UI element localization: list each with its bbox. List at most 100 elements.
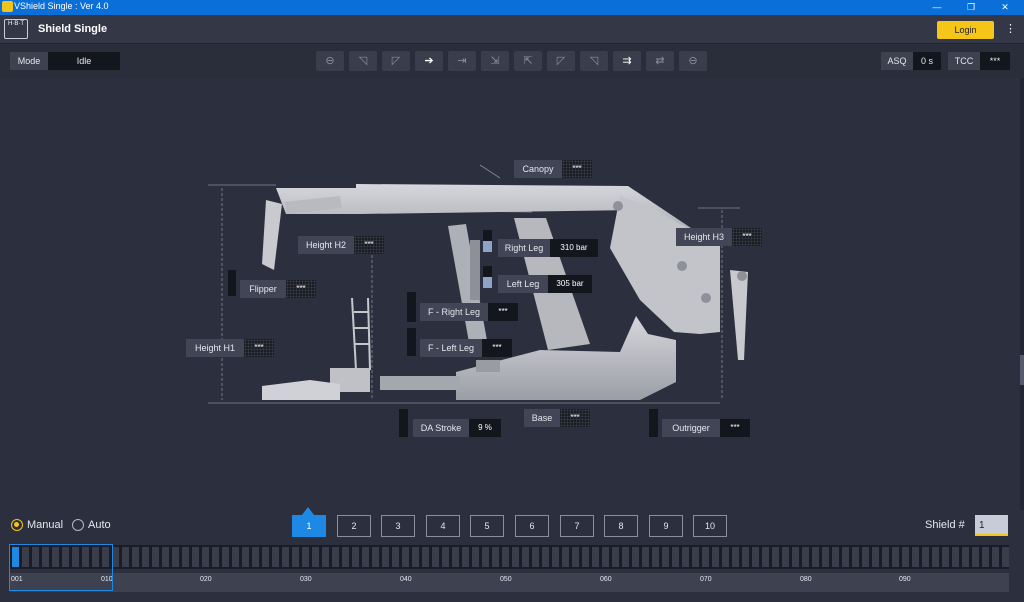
shield-cell[interactable]	[512, 547, 519, 567]
shield-cell[interactable]	[112, 547, 119, 567]
mode-icon-5[interactable]: ⇥	[448, 51, 476, 71]
shield-cell[interactable]	[912, 547, 919, 567]
shield-cell[interactable]	[932, 547, 939, 567]
shield-cell[interactable]	[742, 547, 749, 567]
shield-cell[interactable]	[962, 547, 969, 567]
shield-cell[interactable]	[252, 547, 259, 567]
shield-cell[interactable]	[152, 547, 159, 567]
shield-cell[interactable]	[622, 547, 629, 567]
shield-cell[interactable]	[792, 547, 799, 567]
page-button-4[interactable]: 4	[426, 515, 460, 537]
shield-cell[interactable]	[142, 547, 149, 567]
shield-cell[interactable]	[162, 547, 169, 567]
shield-cell[interactable]	[842, 547, 849, 567]
shield-cell[interactable]	[282, 547, 289, 567]
shield-cell[interactable]	[392, 547, 399, 567]
mode-icon-8[interactable]: ◸	[547, 51, 575, 71]
shield-cell[interactable]	[182, 547, 189, 567]
shield-cell[interactable]	[662, 547, 669, 567]
shield-cell[interactable]	[492, 547, 499, 567]
shield-number-input[interactable]: 1	[975, 515, 1008, 536]
shield-cell[interactable]	[482, 547, 489, 567]
shield-cell[interactable]	[672, 547, 679, 567]
shield-cell[interactable]	[852, 547, 859, 567]
shield-cell[interactable]	[812, 547, 819, 567]
shield-cell[interactable]	[472, 547, 479, 567]
shield-cell[interactable]	[832, 547, 839, 567]
mode-icon-2[interactable]: ◹	[349, 51, 377, 71]
mode-icon-4[interactable]: ➔	[415, 51, 443, 71]
scrollbar-thumb[interactable]	[1020, 355, 1024, 385]
shield-cell[interactable]	[642, 547, 649, 567]
close-button[interactable]: ✕	[988, 0, 1022, 15]
shield-cell[interactable]	[222, 547, 229, 567]
shield-cell[interactable]	[692, 547, 699, 567]
stop-icon[interactable]: ⊖	[316, 51, 344, 71]
manual-radio[interactable]	[11, 519, 23, 531]
shield-strip[interactable]	[10, 545, 1009, 569]
shield-cell[interactable]	[432, 547, 439, 567]
page-button-5[interactable]: 5	[470, 515, 504, 537]
shield-cell[interactable]	[872, 547, 879, 567]
shield-cell[interactable]	[322, 547, 329, 567]
shield-cell[interactable]	[402, 547, 409, 567]
shield-cell[interactable]	[172, 547, 179, 567]
shield-cell[interactable]	[522, 547, 529, 567]
shield-cell[interactable]	[762, 547, 769, 567]
shield-cell[interactable]	[982, 547, 989, 567]
shield-cell[interactable]	[602, 547, 609, 567]
shield-cell[interactable]	[552, 547, 559, 567]
mode-icon-3[interactable]: ◸	[382, 51, 410, 71]
shield-cell[interactable]	[452, 547, 459, 567]
shield-cell[interactable]	[882, 547, 889, 567]
shield-cell[interactable]	[572, 547, 579, 567]
shield-cell[interactable]	[532, 547, 539, 567]
shield-cell[interactable]	[542, 547, 549, 567]
mode-icon-7[interactable]: ⇱	[514, 51, 542, 71]
auto-radio[interactable]	[72, 519, 84, 531]
shield-cell[interactable]	[702, 547, 709, 567]
shield-cell[interactable]	[562, 547, 569, 567]
login-button[interactable]: Login	[937, 21, 994, 39]
stop-icon-2[interactable]: ⊖	[679, 51, 707, 71]
shield-cell[interactable]	[612, 547, 619, 567]
shield-cell[interactable]	[862, 547, 869, 567]
shield-cell[interactable]	[972, 547, 979, 567]
shield-cell[interactable]	[232, 547, 239, 567]
shield-cell[interactable]	[352, 547, 359, 567]
shield-cell[interactable]	[422, 547, 429, 567]
shield-cell[interactable]	[462, 547, 469, 567]
shield-cell[interactable]	[262, 547, 269, 567]
shield-cell[interactable]	[992, 547, 999, 567]
shield-cell[interactable]	[652, 547, 659, 567]
shield-cell[interactable]	[822, 547, 829, 567]
shield-cell[interactable]	[192, 547, 199, 567]
shield-cell[interactable]	[772, 547, 779, 567]
mode-icon-10[interactable]: ⇉	[613, 51, 641, 71]
page-button-2[interactable]: 2	[337, 515, 371, 537]
page-button-6[interactable]: 6	[515, 515, 549, 537]
shield-cell[interactable]	[922, 547, 929, 567]
page-button-1[interactable]: 1	[292, 515, 326, 537]
page-button-7[interactable]: 7	[560, 515, 594, 537]
shield-cell[interactable]	[892, 547, 899, 567]
page-button-10[interactable]: 10	[693, 515, 727, 537]
shield-cell[interactable]	[752, 547, 759, 567]
shield-cell[interactable]	[302, 547, 309, 567]
shield-cell[interactable]	[272, 547, 279, 567]
kebab-menu-icon[interactable]: ⋮	[1005, 22, 1016, 35]
shield-cell[interactable]	[592, 547, 599, 567]
shield-cell[interactable]	[372, 547, 379, 567]
shield-cell[interactable]	[722, 547, 729, 567]
shield-cell[interactable]	[682, 547, 689, 567]
shield-cell[interactable]	[712, 547, 719, 567]
shield-cell[interactable]	[942, 547, 949, 567]
shield-cell[interactable]	[332, 547, 339, 567]
shield-cell[interactable]	[242, 547, 249, 567]
shield-cell[interactable]	[782, 547, 789, 567]
page-button-9[interactable]: 9	[649, 515, 683, 537]
shield-cell[interactable]	[902, 547, 909, 567]
shield-cell[interactable]	[1002, 547, 1009, 567]
shield-cell[interactable]	[732, 547, 739, 567]
shield-cell[interactable]	[632, 547, 639, 567]
